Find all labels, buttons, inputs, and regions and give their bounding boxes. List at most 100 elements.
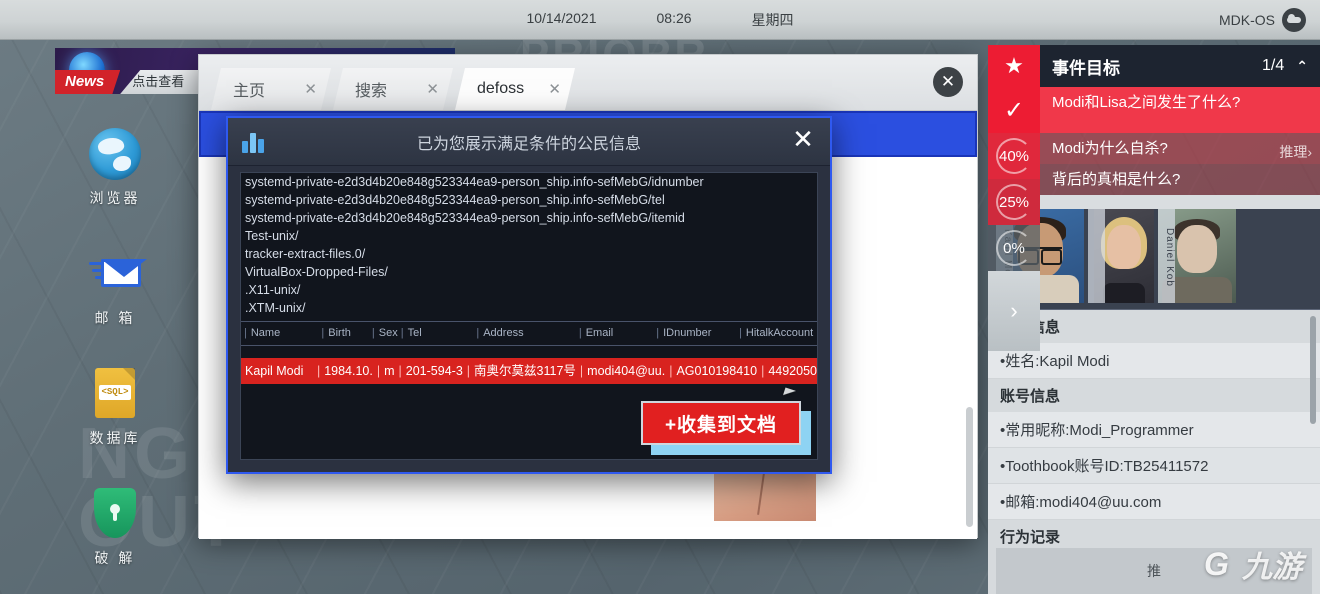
- dock-item-crack[interactable]: 破 解: [60, 488, 170, 568]
- system-date: 10/14/2021: [526, 9, 597, 26]
- chevron-up-icon[interactable]: ⌃: [1296, 58, 1308, 75]
- page-scrollbar[interactable]: [966, 407, 973, 527]
- objectives-panel: ★ ✓ 40% 25% 0% › 事件目标 1/4 ⌃ Modi和Lisa之间发…: [988, 45, 1320, 351]
- table-header-row: Name Birth Sex Tel Address Email IDnumbe…: [241, 325, 817, 342]
- progress-ring-icon: [996, 184, 1032, 220]
- terminal-line: tracker-extract-files.0/: [245, 247, 366, 261]
- page-photo: [714, 469, 816, 521]
- deduce-button[interactable]: 推理›: [1279, 142, 1312, 163]
- system-topbar: 10/14/2021 08:26 星期四 MDK-OS: [0, 0, 1320, 40]
- dock-label-browser: 浏览器: [89, 190, 141, 206]
- window-close-button[interactable]: ✕: [933, 67, 963, 97]
- cell-idnumber: AG010198410: [665, 361, 757, 381]
- cell-email: modi404@uu.: [576, 361, 665, 381]
- terminal-line: systemd-private-e2d3d4b20e848g523344ea9-…: [245, 175, 704, 189]
- progress-ring-icon: [996, 138, 1032, 174]
- tab-label-home: 主页: [233, 83, 266, 100]
- collect-button-label: +收集到文档: [641, 401, 801, 445]
- browser-tab-defoss[interactable]: defoss ✕: [455, 68, 575, 110]
- desktop-dock: 浏览器 邮 箱 <SQL> 数据库 破 解: [60, 128, 170, 594]
- star-icon: ★: [988, 45, 1040, 87]
- tab-label-defoss: defoss: [477, 80, 525, 97]
- dock-label-database: 数据库: [89, 430, 141, 446]
- table-header-tel: Tel: [398, 325, 474, 342]
- terminal-line: VirtualBox-Dropped-Files/: [245, 265, 388, 279]
- mail-icon: [89, 248, 147, 300]
- brand-name: 九游: [1242, 551, 1302, 584]
- topbar-center: 10/14/2021 08:26 星期四: [526, 10, 793, 30]
- table-header-birth: Birth: [318, 325, 369, 342]
- terminal-line: .XTM-unix/: [245, 301, 306, 315]
- dock-item-mail[interactable]: 邮 箱: [60, 248, 170, 328]
- database-icon: <SQL>: [89, 368, 141, 420]
- objective-text: Modi和Lisa之间发生了什么?: [1052, 94, 1241, 111]
- terminal-output: systemd-private-e2d3d4b20e848g523344ea9-…: [240, 172, 818, 460]
- table-rule: [241, 321, 817, 322]
- dock-item-browser[interactable]: 浏览器: [60, 128, 170, 208]
- objectives-count: 1/4: [1262, 57, 1285, 74]
- close-icon[interactable]: ✕: [548, 80, 561, 98]
- modal-close-button[interactable]: ✕: [786, 122, 820, 156]
- dock-label-crack: 破 解: [94, 550, 136, 566]
- objective-badges: ★ ✓ 40% 25% 0% ›: [988, 45, 1040, 351]
- objective-item[interactable]: Modi和Lisa之间发生了什么?: [1040, 87, 1320, 133]
- table-header-hitalk: HitalkAccount: [736, 325, 817, 342]
- table-header-address: Address: [473, 325, 576, 342]
- modal-header: 已为您展示满足条件的公民信息 ✕: [228, 118, 830, 166]
- objective-item[interactable]: 背后的真相是什么?: [1040, 164, 1320, 195]
- terminal-line: Test-unix/: [245, 229, 299, 243]
- info-row-email: •邮箱:modi404@uu.com: [988, 484, 1320, 520]
- objective-badge-progress: 40%: [988, 133, 1040, 179]
- cell-name: Kapil Modi: [245, 364, 304, 378]
- site-watermark: G 九游: [1204, 542, 1302, 586]
- objective-text: 背后的真相是什么?: [1052, 171, 1181, 188]
- objective-badge-progress: 25%: [988, 179, 1040, 225]
- collect-to-document-button[interactable]: +收集到文档: [641, 401, 811, 455]
- objective-badge-complete: ✓: [988, 87, 1040, 133]
- cell-sex: m: [373, 361, 394, 381]
- table-header-email: Email: [576, 325, 653, 342]
- browser-tab-search[interactable]: 搜索 ✕: [333, 68, 453, 110]
- news-tag: News: [55, 70, 121, 94]
- objective-item[interactable]: Modi为什么自杀? 推理›: [1040, 133, 1320, 164]
- tab-label-search: 搜索: [355, 83, 388, 100]
- progress-ring-icon: [996, 230, 1032, 266]
- objective-badge-progress: 0%: [988, 225, 1040, 271]
- objectives-header: 事件目标 1/4 ⌃: [1040, 45, 1320, 87]
- next-objective-button[interactable]: ›: [988, 271, 1040, 351]
- objectives-divider: [1040, 195, 1320, 209]
- terminal-line: systemd-private-e2d3d4b20e848g523344ea9-…: [245, 193, 665, 207]
- objective-text: Modi为什么自杀?: [1052, 140, 1168, 157]
- browser-tab-home[interactable]: 主页 ✕: [211, 68, 331, 110]
- close-icon[interactable]: ✕: [304, 80, 317, 98]
- os-logo-icon[interactable]: [1282, 7, 1306, 32]
- info-row-nickname: •常用昵称:Modi_Programmer: [988, 412, 1320, 448]
- cell-address: 南奥尔莫兹3117号: [463, 361, 576, 381]
- chevron-right-icon: ›: [1010, 298, 1018, 323]
- cell-birth: 1984.10.: [313, 361, 373, 381]
- topbar-right[interactable]: MDK-OS: [1219, 7, 1306, 32]
- table-header-idnumber: IDnumber: [653, 325, 736, 342]
- cell-tel: 201-594-3: [395, 361, 463, 381]
- modal-title: 已为您展示满足条件的公民信息: [416, 135, 641, 153]
- system-time: 08:26: [656, 9, 692, 26]
- table-rule: [241, 345, 817, 346]
- cell-hitalk: 4492050: [757, 361, 817, 381]
- globe-icon: [89, 128, 141, 180]
- info-section-title: 账号信息: [988, 379, 1320, 412]
- brand-mark-icon: G: [1204, 546, 1229, 582]
- terminal-line: systemd-private-e2d3d4b20e848g523344ea9-…: [245, 211, 685, 225]
- objective-list: 事件目标 1/4 ⌃ Modi和Lisa之间发生了什么? Modi为什么自杀? …: [1040, 45, 1320, 351]
- shield-icon: [89, 488, 141, 540]
- browser-tabbar: 主页 ✕ 搜索 ✕ defoss ✕ ✕: [199, 55, 977, 111]
- table-row[interactable]: Kapil Modi 1984.10. m 201-594-3 南奥尔莫兹311…: [241, 358, 817, 384]
- objectives-title: 事件目标: [1052, 58, 1120, 78]
- table-header-name: Name: [241, 325, 318, 342]
- close-icon[interactable]: ✕: [426, 80, 439, 98]
- os-name: MDK-OS: [1219, 11, 1275, 28]
- dock-item-database[interactable]: <SQL> 数据库: [60, 368, 170, 448]
- citizen-info-modal: 已为您展示满足条件的公民信息 ✕ systemd-private-e2d3d4b…: [226, 116, 832, 474]
- info-row-toothbook-id: •Toothbook账号ID:TB25411572: [988, 448, 1320, 484]
- dock-label-mail: 邮 箱: [94, 310, 136, 326]
- table-header-sex: Sex: [369, 325, 398, 342]
